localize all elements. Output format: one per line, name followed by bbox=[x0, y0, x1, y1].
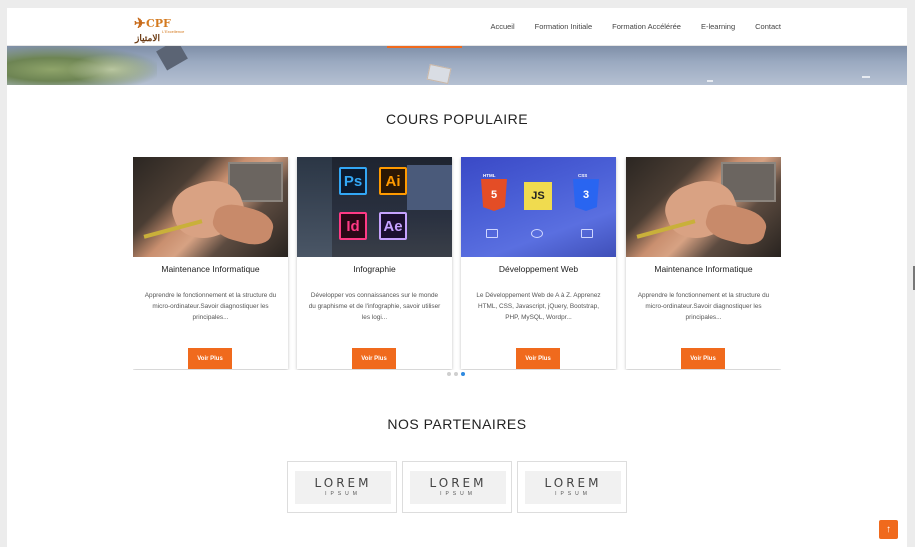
computer-repair-image bbox=[133, 157, 288, 257]
partner-subname: IPSUM bbox=[440, 491, 476, 497]
illustrator-icon: Ai bbox=[379, 167, 407, 195]
desk-background bbox=[297, 157, 332, 257]
partner-logo[interactable]: LOREM IPSUM bbox=[402, 461, 512, 513]
voir-plus-button[interactable]: Voir Plus bbox=[516, 348, 560, 369]
gear-icon bbox=[531, 229, 543, 238]
javascript-icon: JS bbox=[524, 182, 552, 210]
hero-bird bbox=[862, 76, 870, 78]
site-logo[interactable]: ✈ CPF L'Excellence الامتياز bbox=[132, 16, 184, 43]
course-carousel: Maintenance Informatique Apprendre le fo… bbox=[133, 157, 781, 370]
hero-bird bbox=[707, 80, 713, 82]
arrow-up-icon: ↑ bbox=[886, 524, 891, 535]
computer-repair-image bbox=[626, 157, 781, 257]
course-description: Apprendre le fonctionnement et la struct… bbox=[637, 292, 770, 321]
course-title[interactable]: Maintenance Informatique bbox=[626, 264, 781, 274]
course-title[interactable]: Infographie bbox=[297, 264, 452, 274]
course-description: Apprendre le fonctionnement et la struct… bbox=[144, 292, 277, 321]
nav-item-formation-initiale[interactable]: Formation Initiale bbox=[535, 22, 593, 31]
html-label: HTML bbox=[483, 173, 496, 178]
partner-logo[interactable]: LOREM IPSUM bbox=[517, 461, 627, 513]
partner-name: LOREM bbox=[429, 476, 487, 490]
hero-flying-book bbox=[156, 46, 188, 71]
hand bbox=[209, 199, 277, 250]
adobe-apps-image: Ps Ai Id Ae bbox=[297, 157, 452, 257]
site-header: ✈ CPF L'Excellence الامتياز Accueil Form… bbox=[7, 8, 907, 46]
partner-logo-box: LOREM IPSUM bbox=[295, 471, 391, 504]
html5-icon: 5 bbox=[481, 179, 507, 211]
partner-logo-box: LOREM IPSUM bbox=[410, 471, 506, 504]
course-description: Le Développement Web de A à Z. Apprenez … bbox=[476, 292, 601, 321]
logo-mark-icon: ✈ bbox=[134, 16, 146, 32]
logo-tagline: L'Excellence bbox=[162, 29, 185, 34]
diamond-icon bbox=[581, 229, 593, 238]
voir-plus-button[interactable]: Voir Plus bbox=[681, 348, 725, 369]
course-card[interactable]: Ps Ai Id Ae Infographie Développer vos c… bbox=[297, 157, 452, 369]
logo-arabic: الامتياز bbox=[135, 33, 160, 43]
css3-icon: 3 bbox=[573, 179, 599, 211]
back-to-top-button[interactable]: ↑ bbox=[879, 520, 898, 539]
nav-item-formation-acceleree[interactable]: Formation Accélérée bbox=[612, 22, 681, 31]
carousel-dot[interactable] bbox=[454, 372, 458, 376]
code-icon bbox=[486, 229, 498, 238]
course-card[interactable]: Maintenance Informatique Apprendre le fo… bbox=[626, 157, 781, 369]
voir-plus-button[interactable]: Voir Plus bbox=[188, 348, 232, 369]
course-title[interactable]: Développement Web bbox=[461, 264, 616, 274]
partner-logo[interactable]: LOREM IPSUM bbox=[287, 461, 397, 513]
indesign-icon: Id bbox=[339, 212, 367, 240]
nav-item-accueil[interactable]: Accueil bbox=[490, 22, 514, 31]
hero-foliage bbox=[67, 54, 157, 85]
main-nav: Accueil Formation Initiale Formation Acc… bbox=[470, 22, 781, 31]
css-label: CSS bbox=[578, 173, 588, 178]
section-title-courses: COURS POPULAIRE bbox=[385, 111, 529, 127]
after-effects-icon: Ae bbox=[379, 212, 407, 240]
partner-subname: IPSUM bbox=[325, 491, 361, 497]
course-card[interactable]: HTML 5 JS CSS 3 Développement Web Le Dév… bbox=[461, 157, 616, 369]
carousel-dot-active[interactable] bbox=[461, 372, 465, 376]
course-card[interactable]: Maintenance Informatique Apprendre le fo… bbox=[133, 157, 288, 369]
partner-logos: LOREM IPSUM LOREM IPSUM LOREM IPSUM bbox=[287, 461, 627, 513]
web-technologies-image: HTML 5 JS CSS 3 bbox=[461, 157, 616, 257]
hero-flying-paper bbox=[426, 63, 452, 85]
hero-accent-bar bbox=[387, 46, 462, 48]
section-title-partners: NOS PARTENAIRES bbox=[387, 416, 527, 432]
course-description: Développer vos connaissances sur le mond… bbox=[308, 292, 441, 321]
monitor bbox=[407, 165, 452, 210]
carousel-pagination bbox=[447, 372, 465, 376]
carousel-dot[interactable] bbox=[447, 372, 451, 376]
nav-item-contact[interactable]: Contact bbox=[755, 22, 781, 31]
partner-name: LOREM bbox=[314, 476, 372, 490]
voir-plus-button[interactable]: Voir Plus bbox=[352, 348, 396, 369]
partner-name: LOREM bbox=[544, 476, 602, 490]
page: ✈ CPF L'Excellence الامتياز Accueil Form… bbox=[7, 8, 907, 547]
hand bbox=[702, 199, 770, 250]
partner-subname: IPSUM bbox=[555, 491, 591, 497]
hero-banner bbox=[7, 46, 907, 85]
partner-logo-box: LOREM IPSUM bbox=[525, 471, 621, 504]
course-title[interactable]: Maintenance Informatique bbox=[133, 264, 288, 274]
nav-item-e-learning[interactable]: E-learning bbox=[701, 22, 735, 31]
photoshop-icon: Ps bbox=[339, 167, 367, 195]
